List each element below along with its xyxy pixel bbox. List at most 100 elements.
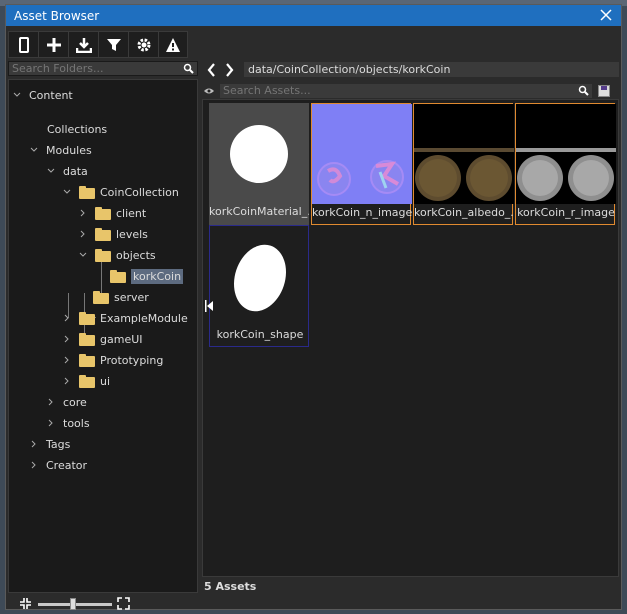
asset-browser-window: Asset Browser Search Folders... Content …: [5, 4, 622, 610]
tree-item-client[interactable]: client: [77, 204, 146, 222]
tree-label: ui: [100, 374, 111, 388]
folder-search-input[interactable]: [9, 62, 179, 75]
tree-label: levels: [116, 227, 148, 241]
tree-label: Tags: [46, 437, 71, 451]
asset-tile[interactable]: korkCoin_shape: [209, 225, 309, 347]
asset-tile[interactable]: korkCoin_n_image: [311, 103, 412, 225]
tree-label: Collections: [47, 122, 108, 136]
navigation-bar: data/CoinCollection/objects/korkCoin: [202, 61, 619, 78]
asset-tile[interactable]: korkCoin_albedo_...: [413, 103, 514, 225]
folder-panel: Content Collections Modules data CoinCol…: [8, 61, 198, 593]
chevron-right-icon[interactable]: [28, 456, 40, 474]
collapse-panel-icon[interactable]: [205, 300, 213, 315]
asset-thumbnail: [516, 104, 616, 204]
phone-icon[interactable]: [8, 31, 38, 58]
asset-grid: korkCoinMaterial_... korkCoin_n_image ko…: [202, 99, 619, 577]
tree-item-creator[interactable]: Creator: [28, 456, 87, 474]
chevron-right-icon[interactable]: [45, 414, 57, 432]
import-icon[interactable]: [68, 31, 98, 58]
asset-label: korkCoin_albedo_...: [414, 206, 514, 219]
tree-item-examplemodule[interactable]: ExampleModule: [61, 309, 188, 327]
tree-label: tools: [63, 416, 90, 430]
tree-item-prototyping[interactable]: Prototyping: [61, 351, 163, 369]
chevron-down-icon[interactable]: [28, 141, 40, 159]
folder-icon: [79, 332, 95, 346]
asset-tile[interactable]: korkCoin_r_image: [515, 103, 616, 225]
asset-thumbnail: [414, 104, 514, 204]
tree-label: CoinCollection: [100, 185, 179, 199]
asset-search: [220, 83, 592, 99]
search-icon[interactable]: [578, 85, 589, 99]
asset-thumbnail: [209, 103, 309, 203]
tree-item-tags[interactable]: Tags: [28, 435, 70, 453]
asset-thumbnail: [210, 226, 310, 326]
filter-icon[interactable]: [98, 31, 128, 58]
asset-search-bar: [202, 83, 619, 98]
folder-icon: [95, 227, 111, 241]
chevron-right-icon[interactable]: [61, 309, 73, 327]
tree-label: objects: [116, 248, 156, 262]
path-field[interactable]: data/CoinCollection/objects/korkCoin: [244, 62, 619, 77]
tree-item-korkcoin[interactable]: korkCoin: [110, 267, 184, 285]
search-icon[interactable]: [183, 63, 194, 77]
chevron-down-icon[interactable]: [11, 86, 23, 104]
plus-icon[interactable]: [38, 31, 68, 58]
eye-icon[interactable]: [202, 87, 216, 95]
chevron-right-icon[interactable]: [61, 351, 73, 369]
tree-item-coincollection[interactable]: CoinCollection: [61, 183, 179, 201]
chevron-right-icon[interactable]: [77, 225, 89, 243]
asset-label: korkCoinMaterial_...: [209, 205, 309, 218]
folder-icon: [79, 185, 95, 199]
back-arrow-icon[interactable]: [202, 61, 220, 78]
tree-label: server: [114, 290, 149, 304]
chevron-right-icon[interactable]: [77, 204, 89, 222]
folder-icon: [93, 290, 109, 304]
tree-item-objects[interactable]: objects: [77, 246, 156, 264]
tree-label: Creator: [46, 458, 88, 472]
chevron-right-icon[interactable]: [61, 372, 73, 390]
asset-search-input[interactable]: [220, 83, 570, 98]
folder-icon: [110, 269, 126, 283]
asset-label: korkCoin_r_image: [517, 206, 615, 219]
tree-label: client: [116, 206, 147, 220]
chevron-down-icon[interactable]: [61, 183, 73, 201]
folder-icon: [79, 374, 95, 388]
tree-item-collections[interactable]: Collections: [47, 120, 107, 138]
close-icon[interactable]: [598, 7, 614, 23]
tree-item-ui[interactable]: ui: [61, 372, 110, 390]
expand-icon[interactable]: [117, 597, 130, 613]
title-bar[interactable]: Asset Browser: [6, 5, 621, 26]
folder-search: [8, 61, 198, 76]
folder-icon: [95, 206, 111, 220]
tree-item-data[interactable]: data: [45, 162, 88, 180]
tree-item-server[interactable]: server: [93, 288, 149, 306]
chevron-right-icon[interactable]: [61, 330, 73, 348]
asset-tile[interactable]: korkCoinMaterial_...: [209, 103, 309, 225]
tree-label: core: [63, 395, 87, 409]
chevron-right-icon[interactable]: [28, 435, 40, 453]
tree-item-levels[interactable]: levels: [77, 225, 148, 243]
tree-item-tools[interactable]: tools: [45, 414, 90, 432]
gear-icon[interactable]: [128, 31, 158, 58]
shrink-icon[interactable]: [19, 597, 32, 613]
tree-label: Content: [29, 88, 73, 102]
asset-thumbnail: [312, 104, 412, 204]
tree-item-content[interactable]: Content: [11, 86, 73, 104]
tree-label-selected: korkCoin: [131, 268, 184, 284]
tree-label: data: [63, 164, 88, 178]
chevron-down-icon[interactable]: [45, 162, 57, 180]
tree-item-modules[interactable]: Modules: [28, 141, 92, 159]
tree-item-core[interactable]: core: [45, 393, 87, 411]
chevron-down-icon[interactable]: [77, 246, 89, 264]
chevron-right-icon[interactable]: [45, 393, 57, 411]
zoom-slider-handle[interactable]: [70, 598, 76, 610]
toolbar: [8, 31, 188, 58]
bottom-bar: [11, 596, 627, 613]
forward-arrow-icon[interactable]: [220, 61, 238, 78]
tree-item-gameui[interactable]: gameUI: [61, 330, 143, 348]
asset-count: 5 Assets: [204, 580, 257, 593]
tree-label: Prototyping: [100, 353, 164, 367]
asset-label: korkCoin_n_image: [312, 206, 412, 219]
warning-icon[interactable]: [158, 31, 188, 58]
save-layout-icon[interactable]: [598, 84, 610, 97]
